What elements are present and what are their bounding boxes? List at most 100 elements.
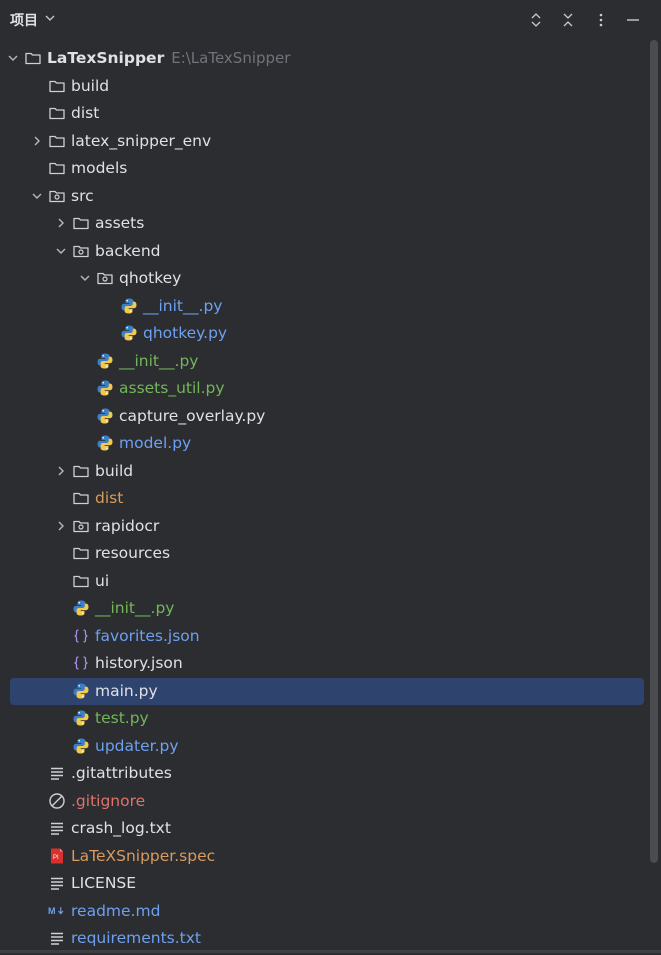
chevron-down-icon[interactable] — [78, 271, 92, 285]
tree-item[interactable]: ui — [0, 568, 661, 595]
folder-icon — [48, 132, 66, 150]
chevron-down-icon[interactable] — [30, 189, 44, 203]
tree-item[interactable]: updater.py — [0, 733, 661, 760]
text-file-icon — [48, 874, 66, 892]
package-folder-icon — [72, 242, 90, 260]
more-vertical-icon[interactable] — [589, 8, 613, 32]
gitignore-icon — [48, 792, 66, 810]
tree-item[interactable]: test.py — [0, 705, 661, 732]
tree-item[interactable]: rapidocr — [0, 513, 661, 540]
tree-item[interactable]: assets_util.py — [0, 375, 661, 402]
tree-item-label: models — [71, 159, 127, 178]
chevron-down-icon — [44, 12, 56, 28]
python-file-icon — [72, 737, 90, 755]
collapse-all-icon[interactable] — [556, 8, 580, 32]
tree-item[interactable]: favorites.json — [0, 623, 661, 650]
tree-item-name: build — [71, 76, 110, 95]
tree-item[interactable]: resources — [0, 540, 661, 567]
chevron-down-icon[interactable] — [6, 51, 20, 65]
tree-item[interactable]: main.py — [0, 677, 661, 705]
tree-item-name: latex_snipper_env — [71, 131, 212, 150]
tree-item-label: readme.md — [71, 902, 160, 921]
tree-item[interactable]: assets — [0, 210, 661, 237]
tree-item[interactable]: qhotkey — [0, 265, 661, 292]
chevron-down-icon[interactable] — [54, 244, 68, 258]
tree-item[interactable]: dist — [0, 485, 661, 512]
minimize-icon[interactable] — [621, 8, 645, 32]
tree-item-label: main.py — [95, 682, 158, 701]
tree-item[interactable]: capture_overlay.py — [0, 403, 661, 430]
tree-item[interactable]: latex_snipper_env — [0, 128, 661, 155]
tree-item-name: dist — [71, 104, 100, 122]
tree-item-name: main.py — [95, 681, 158, 700]
tree-item[interactable]: LaTexSnipper E:\LaTexSnipper — [0, 45, 661, 72]
project-view-selector[interactable]: 项目 — [10, 10, 56, 30]
tree-item[interactable]: __init__.py — [0, 293, 661, 320]
tree-item-label: build — [95, 462, 133, 481]
chevron-right-icon[interactable] — [54, 216, 68, 230]
tree-item-label: src — [71, 187, 94, 206]
tree-item-name: LaTexSnipper — [47, 49, 165, 67]
tree-item-label: .gitattributes — [71, 764, 172, 783]
tree-item[interactable]: .gitignore — [0, 788, 661, 815]
tree-item[interactable]: models — [0, 155, 661, 182]
tree-item[interactable]: src — [0, 183, 661, 210]
chevron-right-icon[interactable] — [30, 134, 44, 148]
tree-item[interactable]: __init__.py — [0, 348, 661, 375]
tree-item[interactable]: crash_log.txt — [0, 815, 661, 842]
tree-item-name: LICENSE — [71, 874, 137, 892]
tree-item-label: test.py — [95, 709, 149, 728]
tree-item-name: test.py — [95, 709, 149, 727]
tree-item[interactable]: build — [0, 458, 661, 485]
tree-item[interactable]: backend — [0, 238, 661, 265]
tree-item-label: dist — [71, 104, 99, 123]
tree-item-name: __init__.py — [119, 351, 199, 370]
json-file-icon — [72, 627, 90, 645]
tree-item-label: dist — [95, 489, 123, 508]
tree-item[interactable]: Mreadme.md — [0, 898, 661, 925]
tree-item-label: __init__.py — [95, 599, 174, 618]
folder-icon — [72, 214, 90, 232]
expand-collapse-icon[interactable] — [524, 8, 548, 32]
tree-item[interactable]: model.py — [0, 430, 661, 457]
python-file-icon — [96, 407, 114, 425]
folder-icon — [72, 462, 90, 480]
tree-item-name: favorites.json — [95, 626, 200, 645]
tree-item-label: __init__.py — [119, 352, 198, 371]
folder-icon — [48, 159, 66, 177]
text-file-icon — [48, 764, 66, 782]
folder-icon — [72, 572, 90, 590]
tree-item-label: ui — [95, 572, 109, 591]
tree-item-name: src — [71, 186, 94, 205]
tree-item[interactable]: __init__.py — [0, 595, 661, 622]
tree-item-name: .gitignore — [71, 791, 146, 810]
bottom-divider — [0, 950, 661, 953]
chevron-right-icon[interactable] — [54, 519, 68, 533]
python-file-icon — [96, 434, 114, 452]
package-folder-icon — [48, 187, 66, 205]
chevron-right-icon[interactable] — [54, 464, 68, 478]
package-folder-icon — [72, 517, 90, 535]
tree-item-label: assets — [95, 214, 144, 233]
tree-item[interactable]: requirements.txt — [0, 925, 661, 952]
vertical-scrollbar[interactable] — [650, 40, 658, 863]
tree-item-label: updater.py — [95, 737, 179, 756]
tree-item-name: build — [95, 461, 134, 480]
tree-item[interactable]: dist — [0, 100, 661, 127]
tree-item-label: latex_snipper_env — [71, 132, 211, 151]
tree-item[interactable]: .gitattributes — [0, 760, 661, 787]
tree-item-label: build — [71, 77, 109, 96]
package-folder-icon — [96, 269, 114, 287]
tree-item[interactable]: history.json — [0, 650, 661, 677]
tree-item-name: qhotkey — [119, 269, 182, 287]
tree-item-label: rapidocr — [95, 517, 159, 536]
tree-item[interactable]: build — [0, 73, 661, 100]
tree-item[interactable]: LICENSE — [0, 870, 661, 897]
tree-item[interactable]: PI LaTeXSnipper.spec — [0, 843, 661, 870]
tree-item-name: assets_util.py — [119, 379, 225, 397]
tree-item[interactable]: qhotkey.py — [0, 320, 661, 347]
tree-item-name: assets — [95, 214, 145, 232]
python-file-icon — [96, 352, 114, 370]
tree-item-name: LaTeXSnipper.spec — [71, 846, 216, 865]
folder-icon — [48, 104, 66, 122]
